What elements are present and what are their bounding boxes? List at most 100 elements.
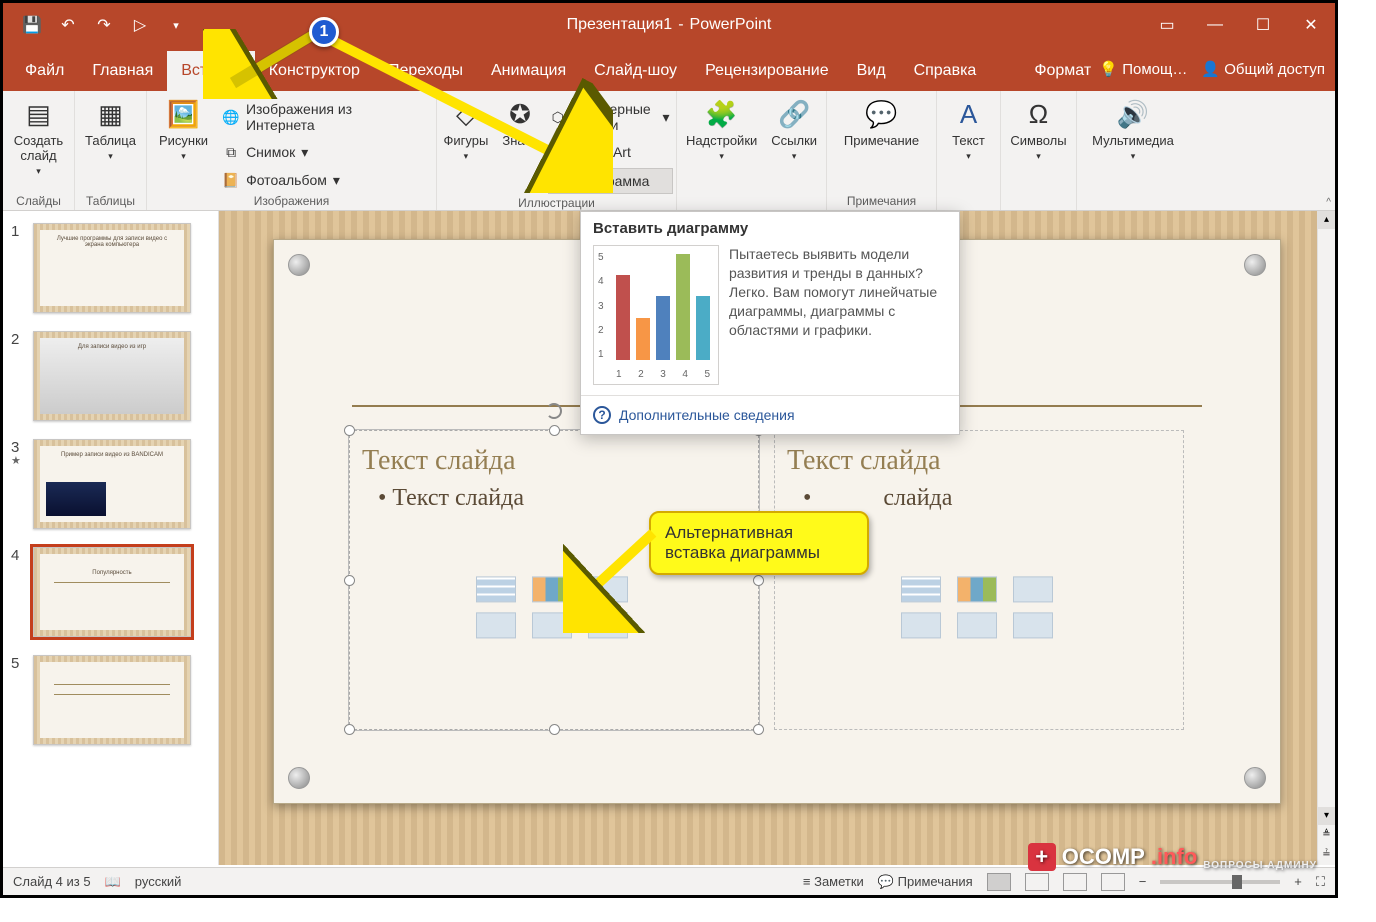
ribbon-opts-icon[interactable]: ▭	[1143, 3, 1191, 47]
text-button[interactable]: AТекст▾	[948, 96, 990, 163]
media-button[interactable]: 🔊Мультимедиа▾	[1088, 96, 1178, 163]
new-slide-icon: ▤	[22, 98, 56, 132]
insert-online-picture-icon[interactable]	[957, 612, 997, 638]
new-slide-button[interactable]: ▤Создать слайд▾	[10, 96, 67, 178]
tab-review[interactable]: Рецензирование	[691, 51, 843, 91]
slide-counter[interactable]: Слайд 4 из 5	[13, 874, 91, 889]
notes-button[interactable]: ≡ Заметки	[803, 874, 864, 889]
content-placeholder-right[interactable]: Текст слайда слайда	[774, 430, 1184, 730]
thumbnail-1[interactable]: Лучшие программы для записи видео с экра…	[33, 223, 191, 313]
icons-icon: ✪	[503, 98, 537, 132]
watermark-plus-icon: +	[1028, 843, 1056, 871]
pictures-button[interactable]: 🖼️Рисунки▾	[155, 96, 212, 163]
tab-home[interactable]: Главная	[78, 51, 167, 91]
rivet-decoration	[1244, 254, 1266, 276]
tooltip-more-link[interactable]: ? Дополнительные сведения	[581, 395, 959, 434]
slideshow-icon[interactable]: ▷	[129, 14, 151, 36]
reading-view-icon[interactable]	[1063, 873, 1087, 891]
spell-check-icon[interactable]: 📖	[105, 874, 121, 890]
tooltip-title: Вставить диаграмму	[581, 212, 959, 241]
photo-album-button[interactable]: 📔Фотоальбом ▾	[218, 168, 428, 192]
insert-chart-icon[interactable]	[532, 576, 572, 602]
animation-star-icon: ★	[11, 454, 25, 467]
sorter-view-icon[interactable]	[1025, 873, 1049, 891]
content-placeholder-left[interactable]: Текст слайда Текст слайда	[349, 430, 759, 730]
table-button[interactable]: ▦Таблица▾	[81, 96, 140, 163]
insert-video-icon[interactable]	[588, 612, 628, 638]
tab-slideshow[interactable]: Слайд-шоу	[580, 51, 691, 91]
icons-button[interactable]: ✪Зна…	[498, 96, 541, 151]
maximize-button[interactable]: ☐	[1239, 3, 1287, 47]
undo-icon[interactable]: ↶	[57, 14, 79, 36]
insert-smartart-icon[interactable]	[588, 576, 628, 602]
screenshot-icon: ⧉	[222, 143, 240, 161]
tab-design[interactable]: Конструктор	[255, 51, 374, 91]
smartart-button[interactable]: ⇄SmartArt	[548, 140, 674, 164]
screenshot-button[interactable]: ⧉Снимок ▾	[218, 140, 428, 164]
slide-thumbnails: 1 Лучшие программы для записи видео с эк…	[3, 211, 219, 865]
text-icon: A	[952, 98, 986, 132]
rivet-decoration	[1244, 767, 1266, 789]
language-status[interactable]: русский	[135, 874, 182, 889]
minimize-button[interactable]: —	[1191, 3, 1239, 47]
fit-to-window-icon[interactable]: ⛶	[1316, 874, 1325, 890]
scroll-down-icon[interactable]: ▾	[1318, 807, 1335, 825]
qat-more-icon[interactable]: ▾	[165, 14, 187, 36]
insert-picture-icon[interactable]	[901, 612, 941, 638]
cube-icon: ⬡	[552, 108, 564, 126]
normal-view-icon[interactable]	[987, 873, 1011, 891]
3d-models-button[interactable]: ⬡Трехмерные модели ▾	[548, 98, 674, 136]
tab-transitions[interactable]: Переходы	[374, 51, 477, 91]
addins-button[interactable]: 🧩Надстройки▾	[682, 96, 761, 163]
placeholder-insert-icons[interactable]	[901, 576, 1057, 638]
rotate-handle-icon[interactable]	[546, 403, 562, 419]
addins-icon: 🧩	[705, 98, 739, 132]
links-button[interactable]: 🔗Ссылки▾	[767, 96, 821, 163]
prev-slide-icon[interactable]: ≜	[1318, 825, 1335, 845]
thumbnail-3[interactable]: Пример записи видео из BANDICAM	[33, 439, 191, 529]
insert-table-icon[interactable]	[476, 576, 516, 602]
slideshow-view-icon[interactable]	[1101, 873, 1125, 891]
redo-icon[interactable]: ↷	[93, 14, 115, 36]
close-button[interactable]: ✕	[1287, 3, 1335, 47]
symbols-button[interactable]: ΩСимволы▾	[1006, 96, 1070, 163]
scroll-up-icon[interactable]: ▴	[1318, 211, 1335, 229]
ribbon: ▤Создать слайд▾ Слайды ▦Таблица▾ Таблицы…	[3, 91, 1335, 211]
thumbnail-2[interactable]: Для записи видео из игр	[33, 331, 191, 421]
shapes-button[interactable]: ◇Фигуры▾	[440, 96, 493, 163]
tell-me-button[interactable]: 💡 Помощ…	[1099, 60, 1187, 78]
tooltip-body: Пытаетесь выявить модели развития и трен…	[729, 245, 947, 385]
tab-view[interactable]: Вид	[843, 51, 900, 91]
insert-online-picture-icon[interactable]	[532, 612, 572, 638]
zoom-out-icon[interactable]: −	[1139, 874, 1147, 889]
step-badge: 1	[309, 17, 339, 47]
statusbar: Слайд 4 из 5 📖 русский ≡ Заметки 💬 Приме…	[3, 867, 1335, 895]
table-icon: ▦	[94, 98, 128, 132]
chart-button[interactable]: 📊Диаграмма	[548, 168, 674, 194]
vertical-scrollbar[interactable]: ▴ ▾ ≜ ≟	[1317, 211, 1335, 865]
ribbon-collapse-icon[interactable]: ^	[1326, 197, 1331, 208]
comment-button[interactable]: 💬Примечание	[840, 96, 923, 151]
tab-format[interactable]: Формат	[1020, 51, 1105, 91]
insert-picture-icon[interactable]	[476, 612, 516, 638]
tab-animations[interactable]: Анимация	[477, 51, 580, 91]
zoom-in-icon[interactable]: +	[1294, 874, 1302, 889]
insert-chart-icon[interactable]	[957, 576, 997, 602]
shapes-icon: ◇	[449, 98, 483, 132]
next-slide-icon[interactable]: ≟	[1318, 845, 1335, 865]
zoom-slider[interactable]	[1160, 880, 1280, 884]
save-icon[interactable]: 💾	[21, 14, 43, 36]
online-pictures-button[interactable]: 🌐Изображения из Интернета	[218, 98, 428, 136]
share-button[interactable]: 👤 Общий доступ	[1201, 60, 1325, 78]
tab-help[interactable]: Справка	[900, 51, 991, 91]
app-name: PowerPoint	[690, 16, 772, 34]
insert-table-icon[interactable]	[901, 576, 941, 602]
comments-button[interactable]: 💬 Примечания	[878, 874, 973, 890]
thumbnail-4[interactable]: Популярность	[33, 547, 191, 637]
placeholder-insert-icons[interactable]	[476, 576, 632, 638]
tab-file[interactable]: Файл	[11, 51, 78, 91]
thumbnail-5[interactable]	[33, 655, 191, 745]
insert-smartart-icon[interactable]	[1013, 576, 1053, 602]
tab-insert[interactable]: Вставка	[167, 51, 254, 91]
insert-video-icon[interactable]	[1013, 612, 1053, 638]
